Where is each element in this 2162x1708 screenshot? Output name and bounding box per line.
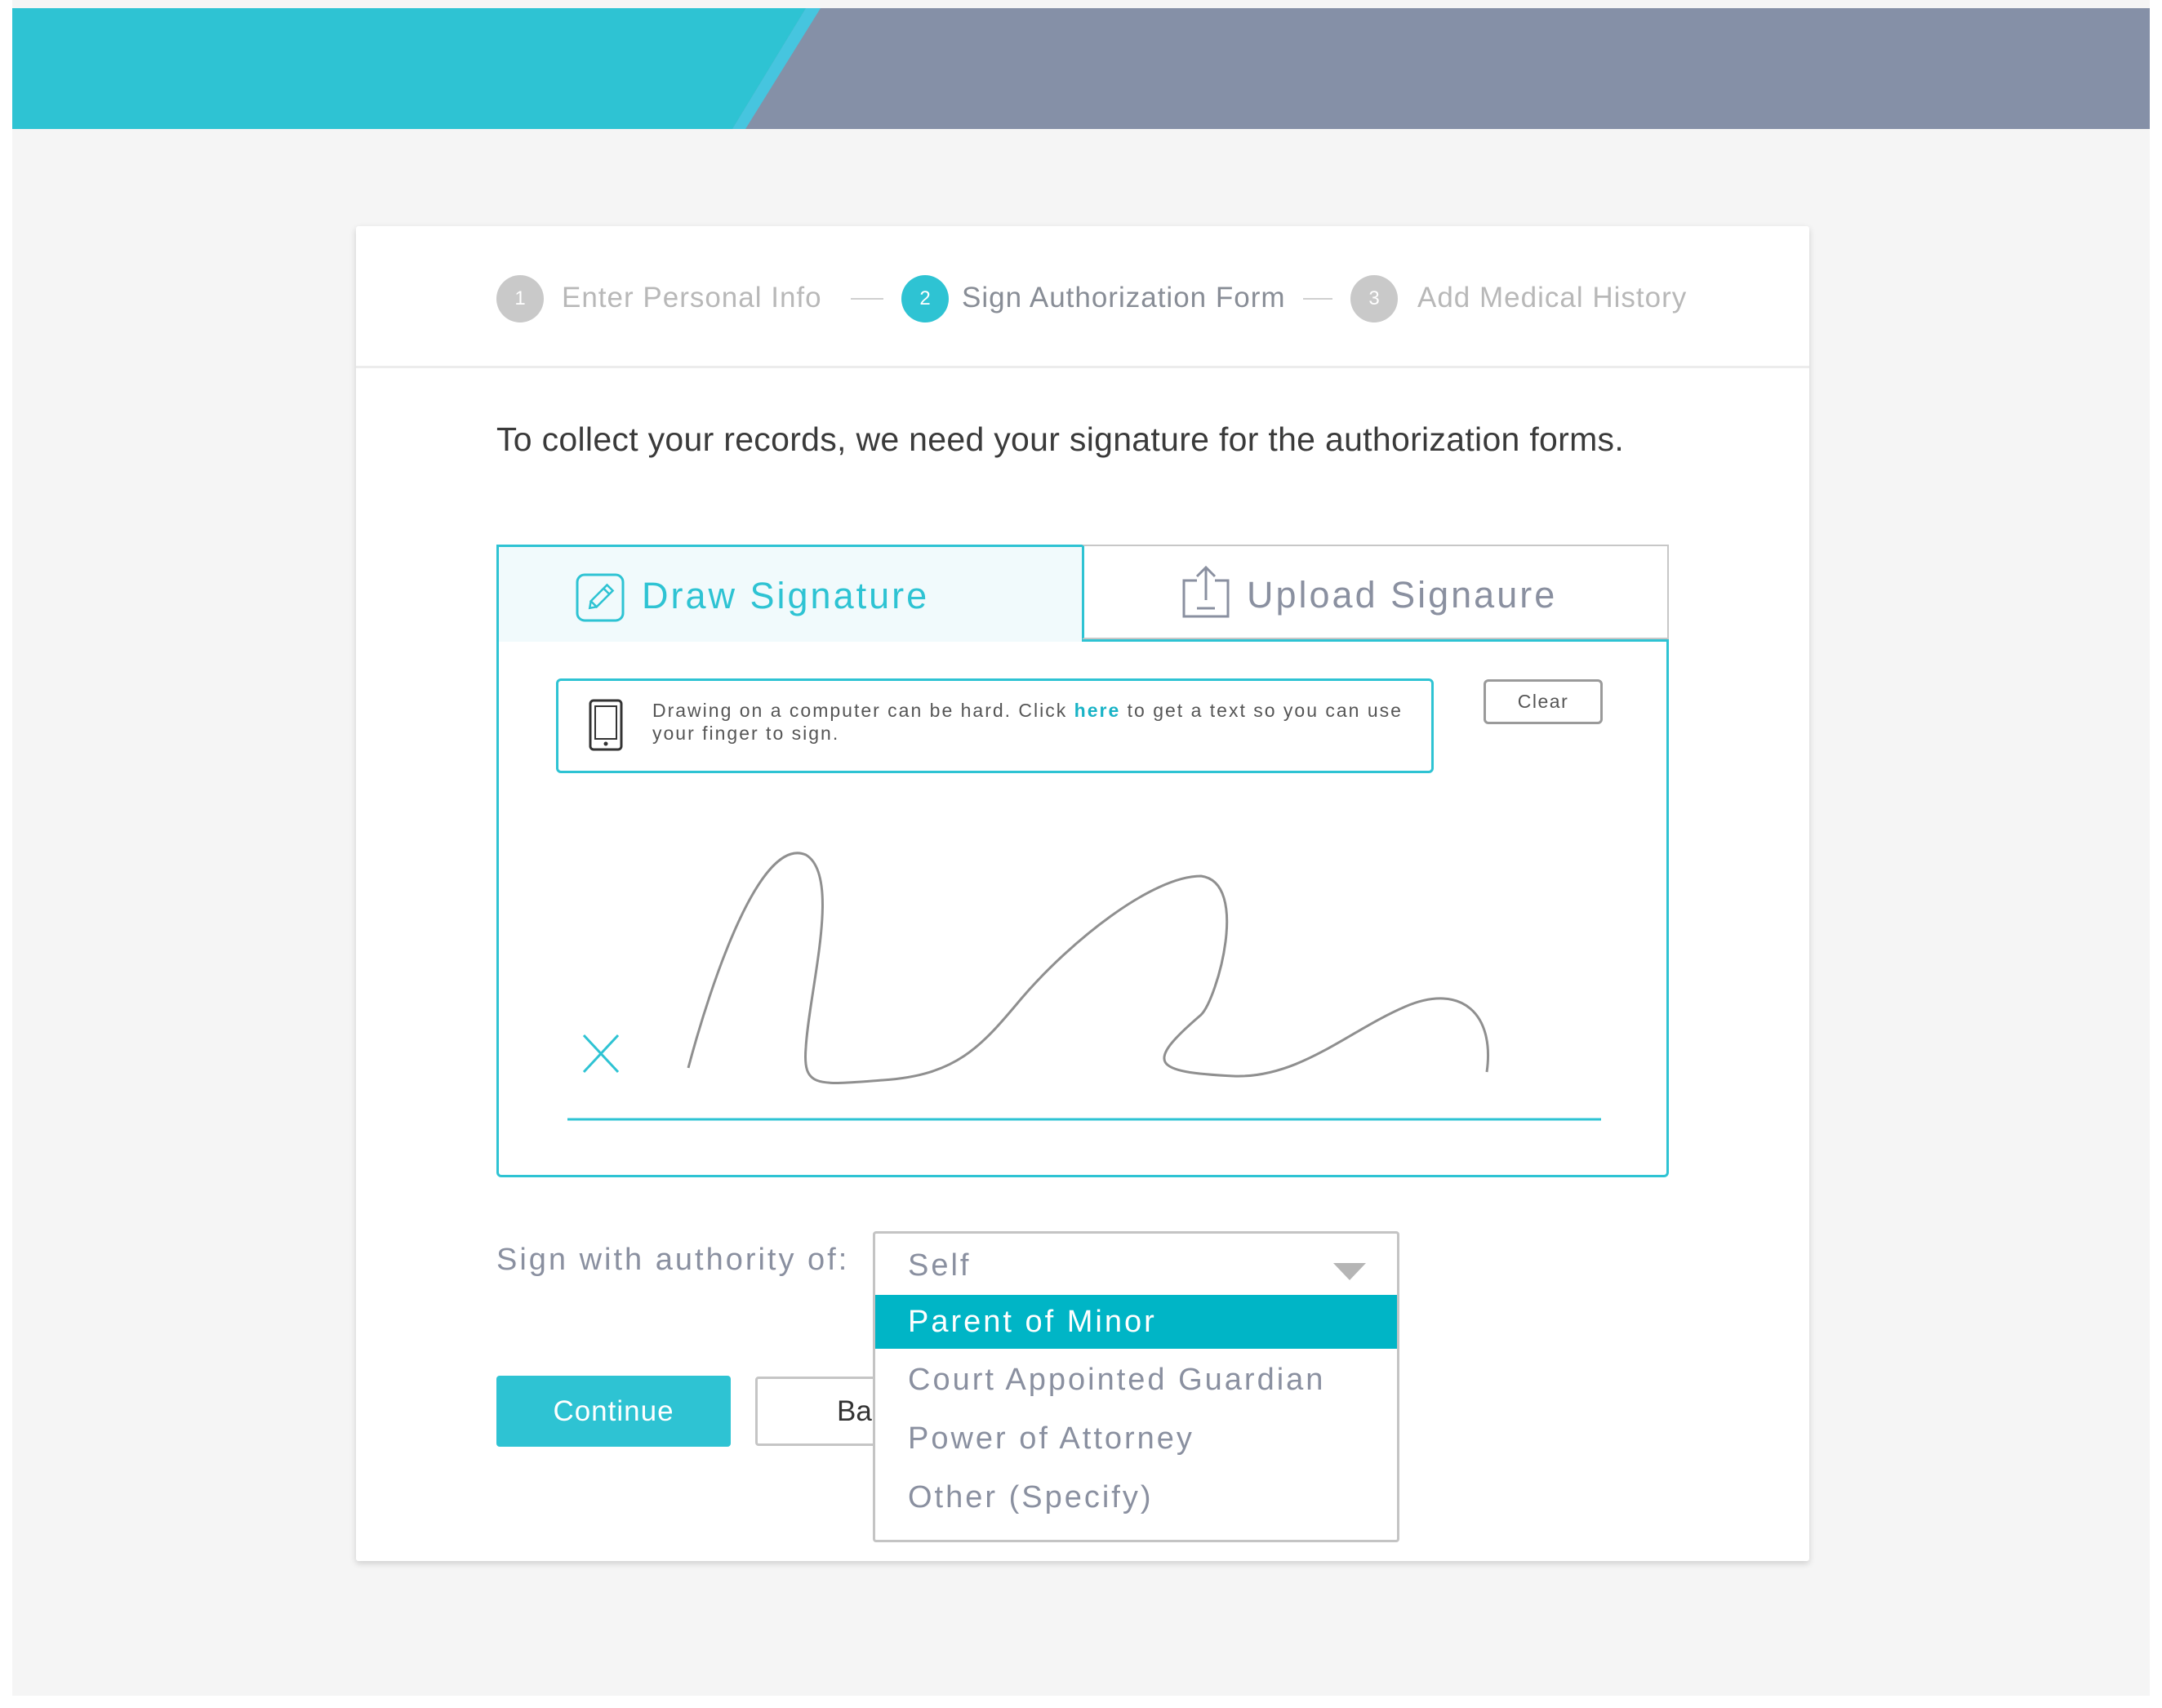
tab-upload-signature[interactable]: Upload Signaure [1082, 545, 1669, 639]
authority-option[interactable]: Court Appointed Guardian [875, 1353, 1397, 1407]
authority-option[interactable]: Power of Attorney [875, 1412, 1397, 1466]
authority-dropdown[interactable]: Self Parent of Minor Court Appointed Gua… [873, 1231, 1399, 1542]
chevron-down-icon[interactable] [1333, 1263, 1366, 1280]
signature-drawing [567, 852, 1601, 1121]
progress-steps: 1 Enter Personal Info 2 Sign Authorizati… [356, 226, 1809, 368]
step-3-label: Add Medical History [1417, 282, 1688, 314]
signature-stroke [687, 852, 1489, 1084]
authority-selected-value[interactable]: Self [908, 1248, 971, 1283]
authority-option[interactable]: Parent of Minor [875, 1295, 1397, 1349]
tab-upload-label: Upload Signaure [1247, 574, 1558, 616]
authority-option[interactable]: Other (Specify) [875, 1470, 1397, 1524]
step-3-circle: 3 [1350, 275, 1398, 322]
tab-draw-label: Draw Signature [642, 575, 930, 616]
step-1-circle: 1 [496, 275, 544, 322]
authority-label: Sign with authority of: [496, 1243, 850, 1277]
authorization-card: 1 Enter Personal Info 2 Sign Authorizati… [356, 226, 1809, 1561]
intro-text: To collect your records, we need your si… [496, 420, 1625, 458]
header-banner [12, 8, 2150, 129]
pencil-square-icon [576, 573, 625, 622]
upload-icon [1182, 565, 1230, 618]
signature-widget: Draw Signature Upload Signaure Drawing o… [496, 545, 1669, 1177]
step-divider [1303, 298, 1332, 300]
x-icon [582, 1034, 620, 1074]
step-1-label: Enter Personal Info [562, 282, 822, 314]
tab-draw-signature[interactable]: Draw Signature [496, 545, 1082, 642]
signature-pad[interactable]: Drawing on a computer can be hard. Click… [496, 639, 1669, 1177]
step-divider [851, 298, 883, 300]
step-2-circle: 2 [901, 275, 949, 322]
step-2-label: Sign Authorization Form [962, 282, 1286, 314]
continue-button[interactable]: Continue [496, 1376, 731, 1447]
